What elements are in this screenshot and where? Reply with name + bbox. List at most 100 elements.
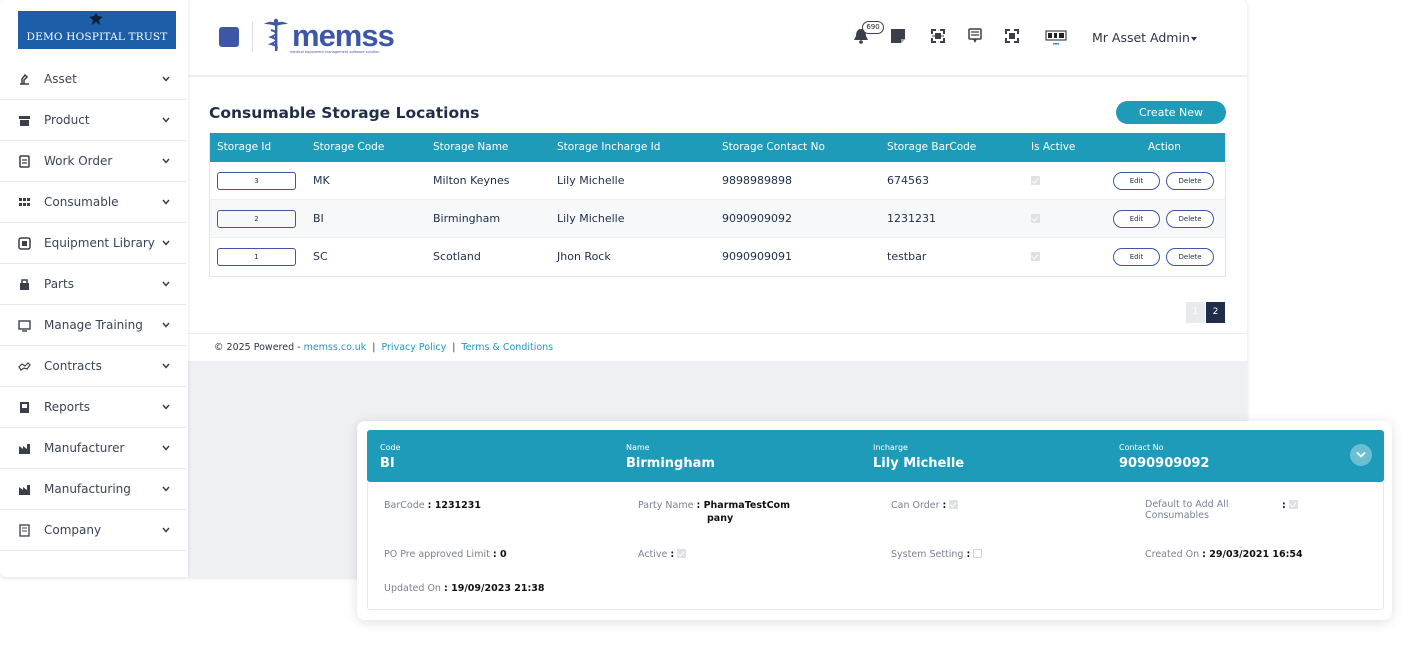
sidebar-item-consumable[interactable]: Consumable (0, 182, 186, 223)
user-menu-caret-icon[interactable] (1191, 37, 1197, 41)
sidebar-item-label: Parts (44, 277, 74, 291)
can-order-checkbox[interactable] (949, 500, 959, 509)
detail-system-field: System Setting : (891, 549, 983, 560)
edit-button[interactable]: Edit (1113, 248, 1160, 266)
note-icon[interactable] (889, 27, 907, 45)
chevron-down-icon[interactable] (162, 280, 170, 288)
delete-button[interactable]: Delete (1166, 210, 1214, 228)
equipment-library-icon (18, 236, 31, 250)
chevron-down-icon[interactable] (162, 485, 170, 493)
column-header-storage-name[interactable]: Storage Name (433, 141, 508, 153)
privacy-policy-link[interactable]: Privacy Policy (381, 342, 446, 353)
chevron-down-icon[interactable] (162, 116, 170, 124)
menu-toggle-button[interactable] (219, 27, 239, 47)
delete-button[interactable]: Delete (1166, 172, 1214, 190)
storage-barcode: testbar (887, 250, 927, 263)
qr-scan-icon[interactable] (929, 27, 947, 45)
storage-incharge: Lily Michelle (557, 174, 625, 187)
detail-code-value: BI (380, 456, 395, 471)
sidebar-item-manufacturing[interactable]: Manufacturing (0, 469, 186, 510)
chevron-down-icon[interactable] (162, 75, 170, 83)
detail-created-value: 29/03/2021 16:54 (1209, 549, 1303, 560)
column-header-storage-contact-no[interactable]: Storage Contact No (722, 141, 825, 153)
is-active-checkbox[interactable] (1031, 214, 1040, 223)
chevron-down-icon[interactable] (162, 321, 170, 329)
sidebar-item-manage-training[interactable]: Manage Training (0, 305, 186, 346)
footer-site-link[interactable]: memss.co.uk (304, 342, 367, 353)
column-header-storage-barcode[interactable]: Storage BarCode (887, 141, 976, 153)
chevron-down-icon[interactable] (162, 198, 170, 206)
detail-default-field: Default to Add All Consumables : (1145, 499, 1298, 521)
detail-incharge-label: Incharge (873, 443, 908, 452)
default-add-all-checkbox[interactable] (1288, 500, 1298, 509)
edit-button[interactable]: Edit (1113, 210, 1160, 228)
brand-logo[interactable]: DEMO HOSPITAL TRUST (18, 11, 176, 49)
detail-can-order-field: Can Order : (891, 500, 959, 511)
user-menu-name[interactable]: Mr Asset Admin (1092, 30, 1190, 45)
sidebar-item-parts[interactable]: Parts (0, 264, 186, 305)
storage-code: MK (313, 174, 330, 187)
detail-po-value: 0 (499, 549, 507, 560)
sidebar-item-label: Contracts (44, 359, 102, 373)
terms-link[interactable]: Terms & Conditions (461, 342, 553, 353)
system-setting-checkbox[interactable] (973, 549, 983, 558)
chevron-down-icon[interactable] (162, 403, 170, 411)
sidebar-item-company[interactable]: Company (0, 510, 186, 551)
sidebar-item-work-order[interactable]: Work Order (0, 141, 186, 182)
sidebar-item-product[interactable]: Product (0, 100, 186, 141)
sidebar-item-manufacturer[interactable]: Manufacturer (0, 428, 186, 469)
column-header-storage-code[interactable]: Storage Code (313, 141, 384, 153)
create-new-button[interactable]: Create New (1116, 101, 1226, 124)
chevron-down-icon[interactable] (162, 239, 170, 247)
column-header-is-active[interactable]: Is Active (1031, 141, 1075, 153)
detail-updated-value: 19/09/2023 21:38 (451, 583, 545, 594)
storage-barcode: 674563 (887, 174, 929, 187)
sidebar-item-equipment-library[interactable]: Equipment Library (0, 223, 186, 264)
detail-active-field: Active : (638, 549, 687, 560)
column-header-action[interactable]: Action (1148, 141, 1181, 153)
edit-button[interactable]: Edit (1113, 172, 1160, 190)
delete-button[interactable]: Delete (1166, 248, 1214, 266)
footer-copyright: © 2025 Powered - (214, 342, 304, 353)
sidebar-item-asset[interactable]: Asset (0, 59, 186, 100)
barcode-reader-icon[interactable] (966, 27, 984, 45)
collapse-toggle-button[interactable] (1350, 444, 1372, 466)
sidebar-item-label: Asset (44, 72, 77, 86)
storage-id-field[interactable]: 3 (217, 172, 296, 190)
column-header-storage-incharge-id[interactable]: Storage Incharge Id (557, 141, 660, 153)
logo-tagline: medical equipment management software so… (290, 50, 380, 54)
active-checkbox[interactable] (677, 549, 687, 558)
memss-logo[interactable]: memss medical equipment management softw… (260, 18, 395, 58)
sidebar-item-contracts[interactable]: Contracts (0, 346, 186, 387)
table-header: Storage Id Storage Code Storage Name Storag… (210, 133, 1225, 162)
is-active-checkbox[interactable] (1031, 176, 1040, 185)
pagination-page-2[interactable]: 2 (1206, 302, 1225, 323)
storage-id-field[interactable]: 2 (217, 210, 296, 228)
chevron-down-icon[interactable] (162, 157, 170, 165)
detail-party-value: PharmaTestCom (703, 500, 790, 511)
storage-contact: 9090909092 (722, 212, 792, 225)
chevron-down-icon[interactable] (162, 444, 170, 452)
qr-code-icon[interactable] (1003, 27, 1021, 45)
is-active-checkbox[interactable] (1031, 252, 1040, 261)
sidebar-item-label: Company (44, 523, 102, 537)
detail-barcode-value: 1231231 (434, 500, 481, 511)
company-icon (19, 523, 30, 537)
chevron-down-icon[interactable] (162, 362, 170, 370)
table-row: 3 MK Milton Keynes Lily Michelle 9898989898 6… (210, 162, 1225, 200)
storage-contact: 9898989898 (722, 174, 792, 187)
footer: © 2025 Powered - memss.co.uk | Privacy Pol… (214, 342, 553, 353)
detail-card-body: BarCode : 1231231 Party Name : PharmaTes… (367, 482, 1384, 610)
storage-barcode: 1231231 (887, 212, 936, 225)
column-header-storage-id[interactable]: Storage Id (217, 141, 271, 153)
sidebar-item-reports[interactable]: Reports (0, 387, 186, 428)
storage-id-field[interactable]: 1 (217, 248, 296, 266)
pagination-page-1[interactable]: 1 (1186, 302, 1205, 323)
page-title: Consumable Storage Locations (209, 104, 480, 122)
user-avatar-icon[interactable] (1045, 27, 1067, 45)
sidebar-item-label: Manage Training (44, 318, 143, 332)
storage-incharge: Jhon Rock (557, 250, 611, 263)
parts-icon (20, 278, 29, 290)
chevron-down-icon[interactable] (162, 526, 170, 534)
consumable-icon (19, 197, 30, 206)
